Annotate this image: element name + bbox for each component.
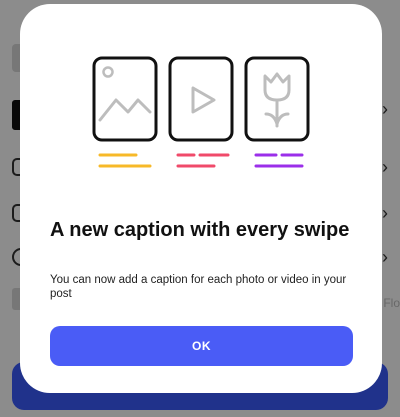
flower-card [244,56,310,142]
dialog-headline: A new caption with every swipe [50,219,350,241]
caption-lines-pink [176,153,230,168]
caption-lines-yellow [98,153,152,168]
caption-lines-purple [254,153,304,168]
video-card [168,56,234,142]
ok-button[interactable]: OK [50,326,353,366]
caption-feature-dialog: A new caption with every swipe You can n… [20,4,382,393]
caption-illustration [92,56,310,168]
dialog-body: You can now add a caption for each photo… [50,274,347,300]
image-card [92,56,158,142]
